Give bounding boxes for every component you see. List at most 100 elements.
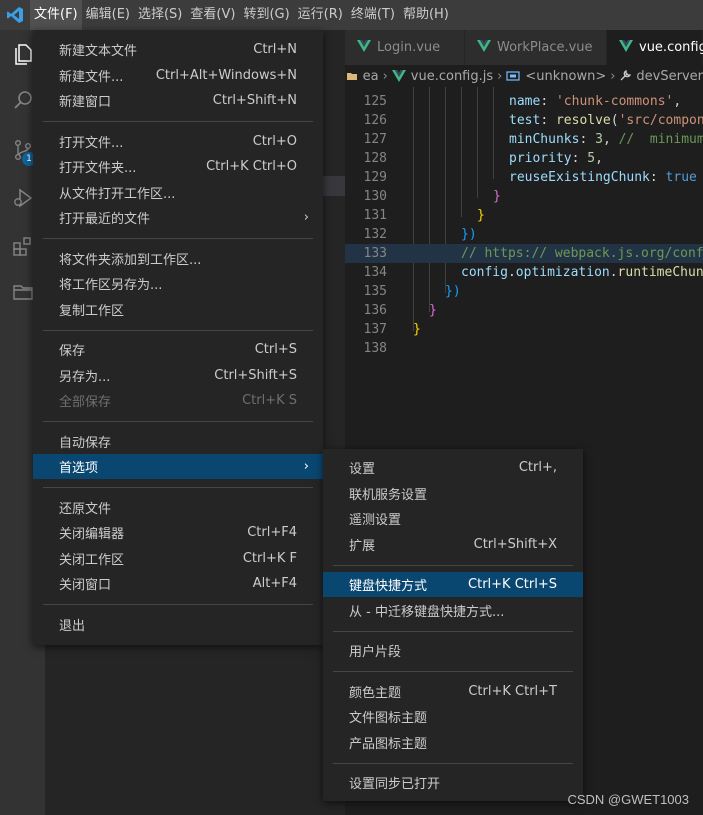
code-token: :: [649, 170, 666, 185]
menubar-item-1[interactable]: 编辑(E): [82, 0, 134, 30]
menu-item[interactable]: 将工作区另存为...: [33, 271, 323, 296]
code-text: reuseExistingChunk: true: [509, 168, 697, 187]
code-line[interactable]: 132}): [345, 225, 703, 244]
code-token: priority: [509, 151, 572, 166]
menu-item[interactable]: 自动保存: [33, 429, 323, 454]
menu-item[interactable]: 关闭编辑器 Ctrl+F4: [33, 520, 323, 545]
menu-separator: [333, 564, 573, 566]
line-number: 128: [363, 151, 387, 166]
menu-item[interactable]: 打开文件... Ctrl+O: [33, 129, 323, 154]
code-token: .: [507, 265, 516, 280]
menu-item[interactable]: 退出: [33, 612, 323, 637]
menu-item[interactable]: 从文件打开工作区...: [33, 180, 323, 205]
code-text: priority: 5,: [509, 149, 603, 168]
menu-item[interactable]: 扩展 Ctrl+Shift+X: [323, 532, 583, 557]
code-line[interactable]: 126 test: resolve('src/compone: [345, 111, 703, 130]
menu-separator: [43, 238, 313, 239]
menu-item[interactable]: 新建文本文件 Ctrl+N: [33, 37, 323, 62]
menu-item[interactable]: 关闭窗口 Alt+F4: [33, 571, 323, 596]
menu-item-shortcut: Ctrl+Shift+S: [214, 367, 297, 383]
menubar-item-4[interactable]: 转到(G): [239, 0, 293, 30]
line-number: 129: [363, 170, 387, 185]
code-line[interactable]: 133 // https:// webpack.js.org/confi: [345, 244, 703, 263]
menu-item[interactable]: 设置 Ctrl+,: [323, 455, 583, 480]
menubar-item-0[interactable]: 文件(F): [30, 0, 82, 30]
menu-item[interactable]: 复制工作区: [33, 297, 323, 322]
code-line[interactable]: 130}: [345, 187, 703, 206]
menu-item[interactable]: 文件图标主题: [323, 704, 583, 729]
tab-0[interactable]: Login.vue: [345, 30, 465, 65]
menu-item[interactable]: 还原文件: [33, 495, 323, 520]
line-number: 127: [363, 132, 387, 147]
menu-item[interactable]: 首选项 ›: [33, 454, 323, 479]
menu-item[interactable]: 颜色主题 Ctrl+K Ctrl+T: [323, 679, 583, 704]
file-menu: 新建文本文件 Ctrl+N 新建文件... Ctrl+Alt+Windows+N 新建窗…: [33, 30, 323, 645]
menu-item[interactable]: 产品图标主题: [323, 730, 583, 755]
line-number: 135: [363, 284, 387, 299]
menu-item[interactable]: 设置同步已打开: [323, 770, 583, 795]
menu-item-shortcut: Ctrl+N: [253, 42, 297, 57]
folder-icon: [346, 70, 358, 82]
code-line[interactable]: 135}): [345, 282, 703, 301]
menu-item[interactable]: 键盘快捷方式 Ctrl+K Ctrl+S: [323, 572, 583, 597]
menu-item-label: 设置: [349, 462, 376, 477]
code-token: }: [477, 208, 485, 223]
menubar-item-3[interactable]: 查看(V): [186, 0, 239, 30]
tab-label: WorkPlace.vue: [497, 40, 593, 55]
code-line[interactable]: 138: [345, 339, 703, 358]
menubar-item-7[interactable]: 帮助(H): [399, 0, 453, 30]
menu-item-label: 首选项: [59, 461, 99, 476]
menu-item[interactable]: 从 - 中迁移键盘快捷方式...: [323, 598, 583, 623]
code-token: 'src/compone: [618, 113, 703, 128]
menubar-item-5[interactable]: 运行(R): [294, 0, 347, 30]
menu-item-label: 另存为...: [59, 369, 111, 385]
code-token: test: [509, 113, 541, 128]
menu-item[interactable]: 保存 Ctrl+S: [33, 337, 323, 362]
menu-item-label: 用户片段: [349, 645, 402, 660]
menu-item-shortcut: Ctrl+Shift+N: [212, 93, 297, 108]
code-token: optimization: [515, 265, 610, 280]
tab-2[interactable]: vue.config.js: [607, 30, 703, 65]
code-text: }: [429, 301, 437, 320]
menu-item[interactable]: 遥测设置: [323, 506, 583, 531]
code-line[interactable]: 129 reuseExistingChunk: true: [345, 168, 703, 187]
breadcrumb-item[interactable]: ea: [363, 69, 379, 84]
code-text: }: [477, 206, 485, 225]
menu-item[interactable]: 打开文件夹... Ctrl+K Ctrl+O: [33, 154, 323, 179]
menu-bar: 文件(F) 编辑(E) 选择(S) 查看(V) 转到(G) 运行(R) 终端(T) 帮助(H): [30, 0, 453, 30]
tab-1[interactable]: WorkPlace.vue: [465, 30, 607, 65]
menu-item: 全部保存 Ctrl+K S: [33, 388, 323, 413]
menu-separator: [43, 487, 313, 488]
menubar-item-2[interactable]: 选择(S): [134, 0, 186, 30]
menu-item-shortcut: Ctrl+K S: [242, 393, 297, 408]
menu-separator: [43, 604, 313, 605]
menu-item[interactable]: 新建窗口 Ctrl+Shift+N: [33, 88, 323, 113]
menu-item-label: 颜色主题: [349, 685, 402, 701]
line-number: 131: [363, 208, 387, 223]
menu-item-label: 保存: [59, 344, 86, 359]
code-line[interactable]: 128 priority: 5,: [345, 149, 703, 168]
menu-item[interactable]: 将文件夹添加到工作区...: [33, 246, 323, 271]
code-line[interactable]: 137}: [345, 320, 703, 339]
breadcrumb-separator: ›: [610, 68, 616, 84]
code-line[interactable]: 131}: [345, 206, 703, 225]
code-line[interactable]: 136}: [345, 301, 703, 320]
menu-item[interactable]: 打开最近的文件 ›: [33, 205, 323, 230]
code-line[interactable]: 127 minChunks: 3, // minimum: [345, 130, 703, 149]
menu-item-label: 自动保存: [59, 435, 112, 451]
breadcrumb-item[interactable]: devServer: [636, 69, 703, 84]
menu-item[interactable]: 联机服务设置: [323, 481, 583, 506]
menu-item[interactable]: 新建文件... Ctrl+Alt+Windows+N: [33, 63, 323, 88]
menu-item-label: 从 - 中迁移键盘快捷方式...: [349, 604, 505, 620]
code-token: // minimum: [618, 132, 703, 147]
menubar-item-6[interactable]: 终端(T): [347, 0, 399, 30]
code-line[interactable]: 125 name: 'chunk-commons',: [345, 92, 703, 111]
menu-item[interactable]: 另存为... Ctrl+Shift+S: [33, 363, 323, 388]
breadcrumb-item[interactable]: vue.config.js: [411, 69, 493, 84]
breadcrumb-separator: ›: [382, 68, 388, 84]
menu-item[interactable]: 用户片段: [323, 638, 583, 663]
chevron-right-icon: ›: [303, 459, 309, 474]
code-line[interactable]: 134 config.optimization.runtimeChunk: [345, 263, 703, 282]
breadcrumb-item[interactable]: <unknown>: [525, 69, 606, 84]
menu-item[interactable]: 关闭工作区 Ctrl+K F: [33, 546, 323, 571]
